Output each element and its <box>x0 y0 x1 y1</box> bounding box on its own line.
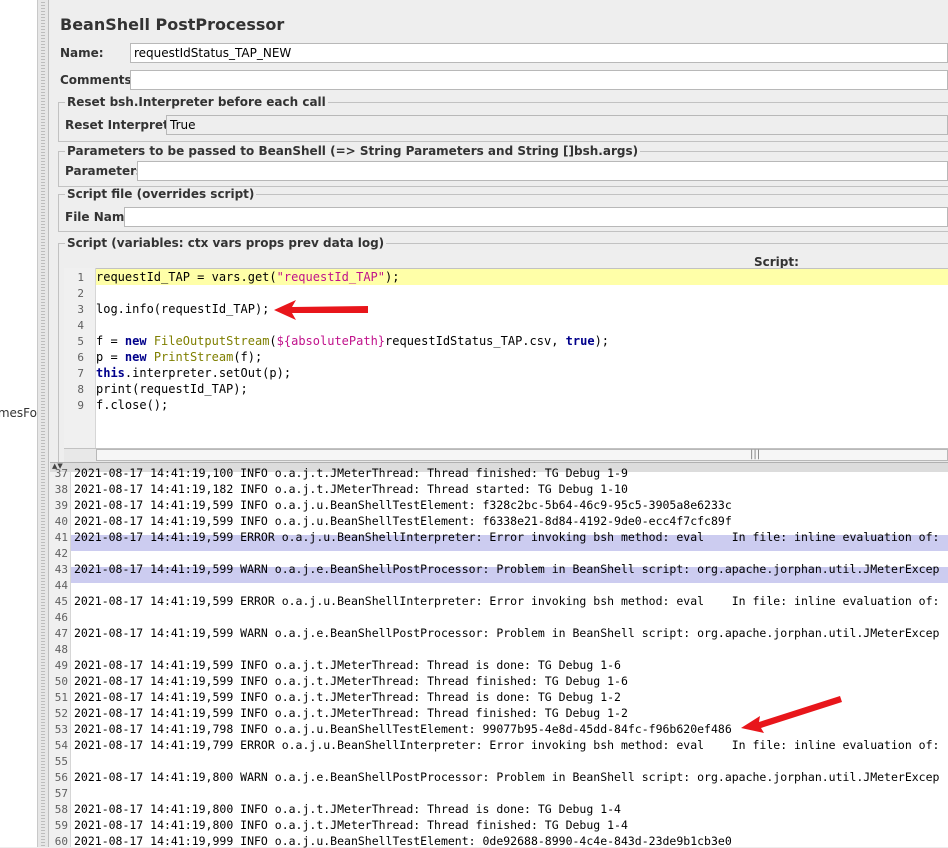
line-number: 8 <box>77 383 84 396</box>
log-line[interactable]: 2021-08-17 14:41:19,599 INFO o.a.j.t.JMe… <box>74 706 628 720</box>
log-line[interactable]: 2021-08-17 14:41:19,599 WARN o.a.j.e.Bea… <box>74 562 939 576</box>
line-number: 9 <box>77 399 84 412</box>
red-arrow-icon <box>274 300 368 320</box>
log-line[interactable]: 2021-08-17 14:41:19,599 INFO o.a.j.u.Bea… <box>74 498 732 512</box>
log-line-number: 60 <box>54 835 68 848</box>
log-line[interactable]: 2021-08-17 14:41:19,798 INFO o.a.j.u.Bea… <box>74 722 732 736</box>
line-number: 2 <box>77 287 84 300</box>
red-arrow-icon <box>741 696 842 733</box>
code-line[interactable]: requestId_TAP = vars.get("requestId_TAP"… <box>96 270 399 284</box>
line-number: 7 <box>77 367 84 380</box>
log-line-number: 49 <box>54 659 68 672</box>
log-line-number: 56 <box>54 771 68 784</box>
log-line[interactable]: 2021-08-17 14:41:19,599 ERROR o.a.j.u.Be… <box>74 530 939 544</box>
line-number: 5 <box>77 335 84 348</box>
log-line-number: 45 <box>54 595 68 608</box>
code-line[interactable]: this.interpreter.setOut(p); <box>96 366 291 380</box>
log-line[interactable]: 2021-08-17 14:41:19,599 INFO o.a.j.t.JMe… <box>74 674 628 688</box>
reset-section-title: Reset bsh.Interpreter before each call <box>65 95 328 109</box>
parameters-section-title: Parameters to be passed to BeanShell (=>… <box>65 144 641 158</box>
log-line-number: 50 <box>54 675 68 688</box>
splitter-grip-icon <box>41 0 45 847</box>
log-line-number: 38 <box>54 483 68 496</box>
line-number: 4 <box>77 319 84 332</box>
comments-field[interactable] <box>130 70 948 90</box>
log-line-number: 42 <box>54 547 68 560</box>
log-line-number: 43 <box>54 563 68 576</box>
log-line-number: 40 <box>54 515 68 528</box>
tree-item-label-truncated[interactable]: mesFo <box>0 406 37 420</box>
comments-label: Comments: <box>60 73 137 87</box>
log-line[interactable]: 2021-08-17 14:41:19,999 INFO o.a.j.u.Bea… <box>74 834 732 848</box>
log-line-number: 52 <box>54 707 68 720</box>
log-line[interactable]: 2021-08-17 14:41:19,799 ERROR o.a.j.u.Be… <box>74 738 939 752</box>
parameters-field[interactable] <box>137 161 948 181</box>
code-line[interactable]: print(requestId_TAP); <box>96 382 248 396</box>
log-line-number: 48 <box>54 643 68 656</box>
tree-panel[interactable] <box>0 0 38 847</box>
log-line[interactable]: 2021-08-17 14:41:19,100 INFO o.a.j.t.JMe… <box>74 466 628 480</box>
log-line[interactable]: 2021-08-17 14:41:19,599 INFO o.a.j.u.Bea… <box>74 514 732 528</box>
code-line[interactable]: p = new PrintStream(f); <box>96 350 262 364</box>
log-line-number: 47 <box>54 627 68 640</box>
log-line-number: 58 <box>54 803 68 816</box>
line-number: 1 <box>77 271 84 284</box>
code-line[interactable]: f = new FileOutputStream(${absolutePath}… <box>96 334 609 348</box>
line-number: 6 <box>77 351 84 364</box>
log-line-number: 44 <box>54 579 68 592</box>
line-number: 3 <box>77 303 84 316</box>
log-line-number: 54 <box>54 739 68 752</box>
script-section-title: Script (variables: ctx vars props prev d… <box>65 236 387 250</box>
log-line[interactable]: 2021-08-17 14:41:19,599 INFO o.a.j.t.JMe… <box>74 658 621 672</box>
log-line-number: 37 <box>54 467 68 480</box>
scrollbar-thumb[interactable] <box>96 449 948 461</box>
script-file-section-title: Script file (overrides script) <box>65 187 257 201</box>
log-line-number: 46 <box>54 611 68 624</box>
name-label: Name: <box>60 46 104 60</box>
log-line[interactable]: 2021-08-17 14:41:19,182 INFO o.a.j.t.JMe… <box>74 482 628 496</box>
scrollbar-grip-icon: ||| <box>750 449 761 460</box>
name-field[interactable]: requestIdStatus_TAP_NEW <box>130 43 948 63</box>
log-line-number: 55 <box>54 755 68 768</box>
log-line-number: 53 <box>54 723 68 736</box>
log-line[interactable]: 2021-08-17 14:41:19,599 ERROR o.a.j.u.Be… <box>74 594 939 608</box>
file-name-field[interactable] <box>124 207 948 227</box>
log-line-number: 59 <box>54 819 68 832</box>
log-line-number: 57 <box>54 787 68 800</box>
log-line[interactable]: 2021-08-17 14:41:19,800 INFO o.a.j.t.JMe… <box>74 818 628 832</box>
log-line[interactable]: 2021-08-17 14:41:19,800 WARN o.a.j.e.Bea… <box>74 770 939 784</box>
parameters-label: Parameters: <box>65 164 148 178</box>
page-title: BeanShell PostProcessor <box>60 15 285 34</box>
code-line[interactable]: log.info(requestId_TAP); <box>96 302 269 316</box>
log-line[interactable]: 2021-08-17 14:41:19,800 INFO o.a.j.t.JMe… <box>74 802 621 816</box>
reset-interpreter-select[interactable]: True <box>166 115 948 135</box>
log-line[interactable]: 2021-08-17 14:41:19,599 INFO o.a.j.t.JMe… <box>74 690 621 704</box>
log-line-number: 39 <box>54 499 68 512</box>
script-header: Script: <box>754 255 799 269</box>
log-line[interactable]: 2021-08-17 14:41:19,599 WARN o.a.j.e.Bea… <box>74 626 939 640</box>
log-line-number: 51 <box>54 691 68 704</box>
code-line[interactable]: f.close(); <box>96 398 168 412</box>
log-line-number: 41 <box>54 531 68 544</box>
